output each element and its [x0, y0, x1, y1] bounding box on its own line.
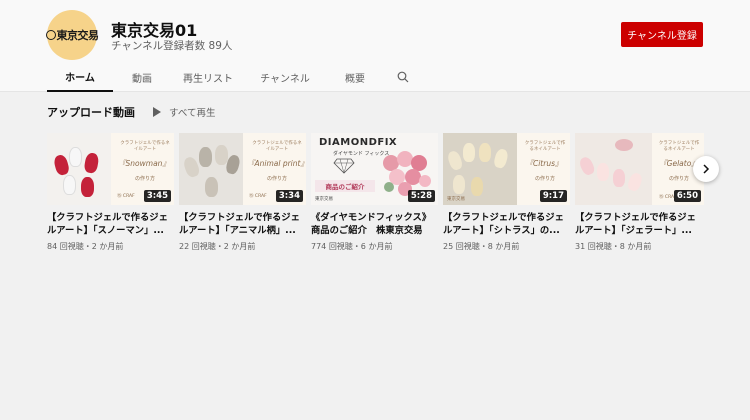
avatar-logo: 東京交易	[45, 27, 99, 43]
video-title[interactable]: 【クラフトジェルで作るジェルアート】「ジェラート」...	[575, 211, 702, 237]
thumbnail-title: 『Animal print』	[247, 159, 306, 168]
tab-playlists[interactable]: 再生リスト	[171, 62, 245, 92]
thumbnail-subtitle: の作り方	[668, 176, 689, 182]
video-card[interactable]: クラフトジェルで作るネイルアート 『Snowman』 の作り方 ⑮ CRAF 3…	[47, 133, 174, 252]
thumbnail-caption: クラフトジェルで作るネイルアート	[252, 141, 302, 152]
video-title[interactable]: 【クラフトジェルで作るジェルアート】「シトラス」の...	[443, 211, 570, 237]
video-duration: 9:17	[539, 190, 567, 202]
shelf-next-button[interactable]	[693, 156, 719, 182]
section-title[interactable]: アップロード動画	[47, 104, 135, 120]
video-card[interactable]: クラフトジェルで作るネイルアート 『Gelato』 の作り方 ⑮ CRA 6:5…	[575, 133, 704, 252]
video-thumbnail[interactable]: クラフトジェルで作るネイルアート 『Snowman』 の作り方 ⑮ CRAF 3…	[47, 133, 174, 205]
video-card[interactable]: クラフトジェルで作るネイルアート 『Citrus』 の作り方 東京交易 9:17…	[443, 133, 570, 252]
thumbnail-photo	[179, 133, 243, 205]
video-meta: 25 回視聴・8 か月前	[443, 242, 520, 251]
video-card[interactable]: DIAMONDFIX ダイヤモンド フィックス 商品のご紹介 東京交易 5:28	[311, 133, 438, 252]
video-thumbnail[interactable]: クラフトジェルで作るネイルアート 『Animal print』 の作り方 ⑮ C…	[179, 133, 306, 205]
subscriber-count: チャンネル登録者数 89人	[111, 40, 233, 52]
thumbnail-subtitle: の作り方	[134, 176, 155, 182]
video-thumbnail[interactable]: DIAMONDFIX ダイヤモンド フィックス 商品のご紹介 東京交易 5:28	[311, 133, 438, 205]
video-duration: 3:45	[143, 190, 171, 202]
video-card[interactable]: クラフトジェルで作るネイルアート 『Animal print』 の作り方 ⑮ C…	[179, 133, 306, 252]
play-all-button[interactable]: すべて再生	[153, 105, 215, 119]
diamond-icon	[333, 158, 355, 174]
thumbnail-brand: 東京交易	[315, 197, 333, 202]
thumbnail-caption: クラフトジェルで作るネイルアート	[658, 141, 700, 152]
video-duration: 5:28	[407, 190, 435, 202]
video-title[interactable]: 【クラフトジェルで作るジェルアート】「アニマル柄」...	[179, 211, 306, 237]
video-meta: 84 回視聴・2 か月前	[47, 242, 124, 251]
tab-channels[interactable]: チャンネル	[245, 62, 325, 92]
play-all-label: すべて再生	[169, 108, 216, 119]
channel-tabs: ホーム 動画 再生リスト チャンネル 概要	[47, 62, 413, 92]
thumbnail-title: DIAMONDFIX	[319, 137, 398, 148]
search-icon[interactable]	[393, 62, 413, 92]
channel-header: 東京交易 東京交易01 チャンネル登録者数 89人 チャンネル登録 ホーム 動画…	[0, 0, 750, 92]
video-duration: 3:34	[275, 190, 303, 202]
subscribe-button[interactable]: チャンネル登録	[621, 22, 703, 47]
video-title[interactable]: 【クラフトジェルで作るジェルアート】「スノーマン」...	[47, 211, 174, 237]
chevron-right-icon	[703, 164, 710, 174]
uploads-section-header: アップロード動画 すべて再生	[47, 104, 215, 120]
tab-videos[interactable]: 動画	[113, 62, 171, 92]
video-meta: 22 回視聴・2 か月前	[179, 242, 256, 251]
tab-about[interactable]: 概要	[325, 62, 385, 92]
thumbnail-caption: クラフトジェルで作るネイルアート	[524, 141, 566, 152]
thumbnail-brand: ⑮ CRAF	[117, 194, 135, 199]
tab-home[interactable]: ホーム	[47, 62, 113, 92]
thumbnail-photo	[443, 133, 520, 205]
thumbnail-title: 『Snowman』	[118, 159, 170, 168]
thumbnail-brand: ⑮ CRA	[659, 195, 675, 200]
play-icon	[153, 107, 161, 117]
thumbnail-subtitle: の作り方	[266, 176, 287, 182]
thumbnail-brand: ⑮ CRAF	[249, 194, 267, 199]
thumbnail-caption: クラフトジェルで作るネイルアート	[120, 141, 170, 152]
video-thumbnail[interactable]: クラフトジェルで作るネイルアート 『Citrus』 の作り方 東京交易 9:17	[443, 133, 570, 205]
thumbnail-subtitle: の作り方	[534, 176, 555, 182]
video-meta: 31 回視聴・8 か月前	[575, 242, 652, 251]
video-title[interactable]: 《ダイヤモンドフィックス》商品のご紹介 株東京交易	[311, 211, 438, 237]
video-meta: 774 回視聴・6 か月前	[311, 242, 393, 251]
thumbnail-tag: 商品のご紹介	[315, 180, 375, 192]
thumbnail-photo	[575, 133, 655, 205]
video-thumbnail[interactable]: クラフトジェルで作るネイルアート 『Gelato』 の作り方 ⑮ CRA 6:5…	[575, 133, 704, 205]
avatar[interactable]: 東京交易	[45, 10, 99, 60]
thumbnail-title: 『Citrus』	[525, 159, 563, 168]
video-duration: 6:50	[673, 190, 701, 202]
video-shelf: クラフトジェルで作るネイルアート 『Snowman』 の作り方 ⑮ CRAF 3…	[47, 133, 704, 252]
thumbnail-photo	[47, 133, 111, 205]
thumbnail-brand: 東京交易	[447, 197, 465, 202]
